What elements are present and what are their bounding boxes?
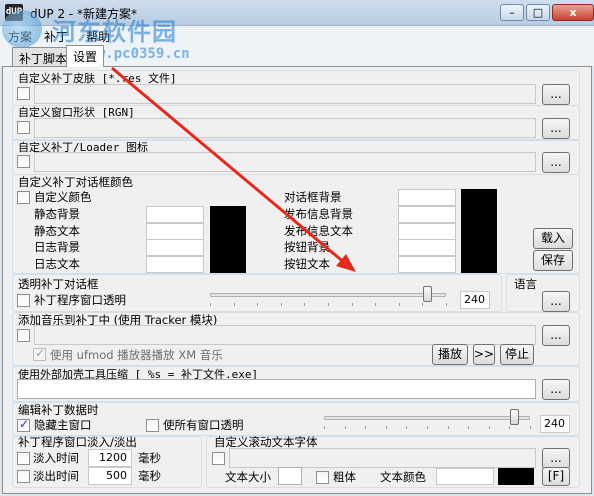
slider-tick	[328, 303, 329, 306]
slider-tick	[422, 303, 424, 306]
slider-tick	[446, 303, 447, 306]
slider-tick	[385, 426, 387, 429]
slider-tick	[447, 426, 449, 429]
slider-tick	[365, 426, 367, 429]
slider-tick	[233, 303, 235, 306]
slider-tick	[406, 426, 408, 429]
slider-tick	[280, 303, 282, 306]
slider-tick	[398, 303, 400, 306]
slider-tick	[488, 426, 490, 429]
annotation-arrow	[111, 66, 356, 272]
slider-tick	[530, 426, 531, 429]
slider-tick	[468, 426, 470, 429]
tab-settings[interactable]: 设置	[66, 45, 105, 67]
slider-tick	[324, 426, 325, 429]
slider-tick	[304, 303, 306, 306]
slider-tick	[257, 303, 259, 306]
slider-tick	[375, 303, 377, 306]
slider-tick	[210, 303, 211, 306]
slider-tick	[351, 303, 353, 306]
slider-tick	[427, 426, 428, 429]
slider-tick	[509, 426, 511, 429]
slider-tick	[344, 426, 346, 429]
